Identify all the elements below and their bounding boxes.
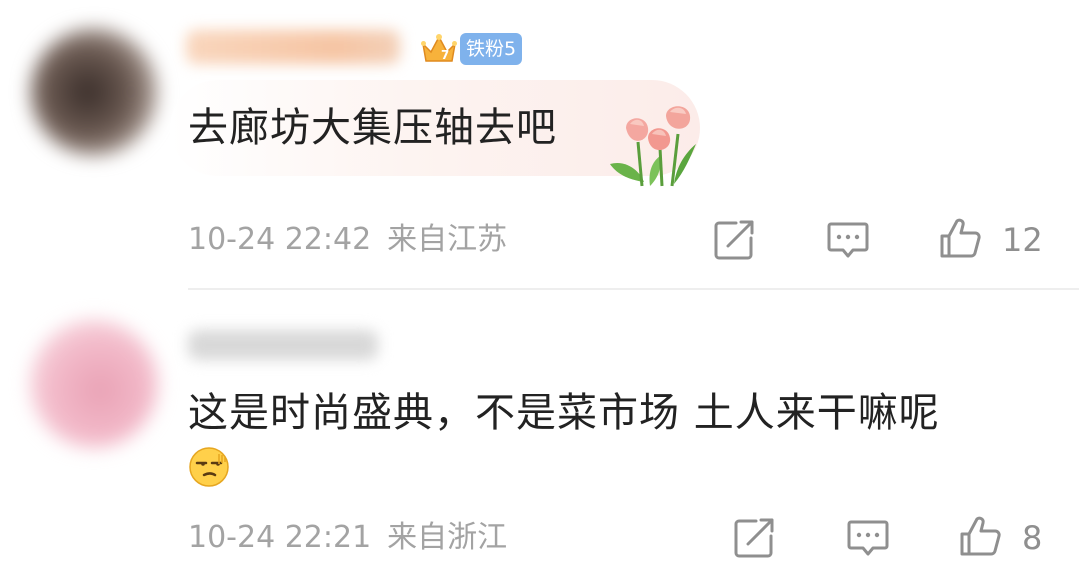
share-icon[interactable] — [732, 516, 776, 560]
username[interactable] — [188, 330, 378, 360]
fan-level-badge[interactable]: 铁粉5 — [460, 33, 523, 65]
comment-meta: 10-24 22:42 来自江苏 — [188, 220, 507, 260]
like-icon[interactable] — [938, 216, 982, 260]
like-count: 12 — [1002, 221, 1043, 259]
comment-location: 来自浙江 — [387, 520, 508, 555]
avatar[interactable] — [30, 320, 158, 448]
smirk-emoji — [189, 447, 229, 487]
tulip-sticker — [610, 106, 696, 187]
comment-list: 7 铁粉5 去廊坊大集压轴去吧 10-24 22:42 来自江苏 12 这是时尚… — [0, 0, 1079, 570]
username[interactable] — [186, 30, 400, 64]
avatar[interactable] — [30, 28, 158, 156]
comment-text[interactable]: 去廊坊大集压轴去吧 — [188, 103, 557, 153]
comment-item: 7 铁粉5 去廊坊大集压轴去吧 10-24 22:42 来自江苏 12 — [0, 0, 1079, 288]
crown-icon: 7 — [421, 34, 457, 62]
share-icon[interactable] — [712, 218, 756, 262]
comment-time: 10-24 22:42 — [188, 222, 372, 257]
comment-item: 这是时尚盛典，不是菜市场 土人来干嘛呢 10-24 22:21 来自浙江 8 — [0, 290, 1079, 570]
svg-text:7: 7 — [441, 48, 449, 62]
comment-meta: 10-24 22:21 来自浙江 — [188, 518, 507, 558]
reply-icon[interactable] — [826, 218, 870, 262]
comment-location: 来自江苏 — [387, 222, 508, 257]
like-count: 8 — [1022, 519, 1043, 557]
comment-time: 10-24 22:21 — [188, 520, 372, 555]
reply-icon[interactable] — [846, 516, 890, 560]
like-icon[interactable] — [958, 514, 1002, 558]
user-badges: 7 铁粉5 — [420, 32, 523, 66]
comment-text[interactable]: 这是时尚盛典，不是菜市场 土人来干嘛呢 — [188, 388, 940, 438]
